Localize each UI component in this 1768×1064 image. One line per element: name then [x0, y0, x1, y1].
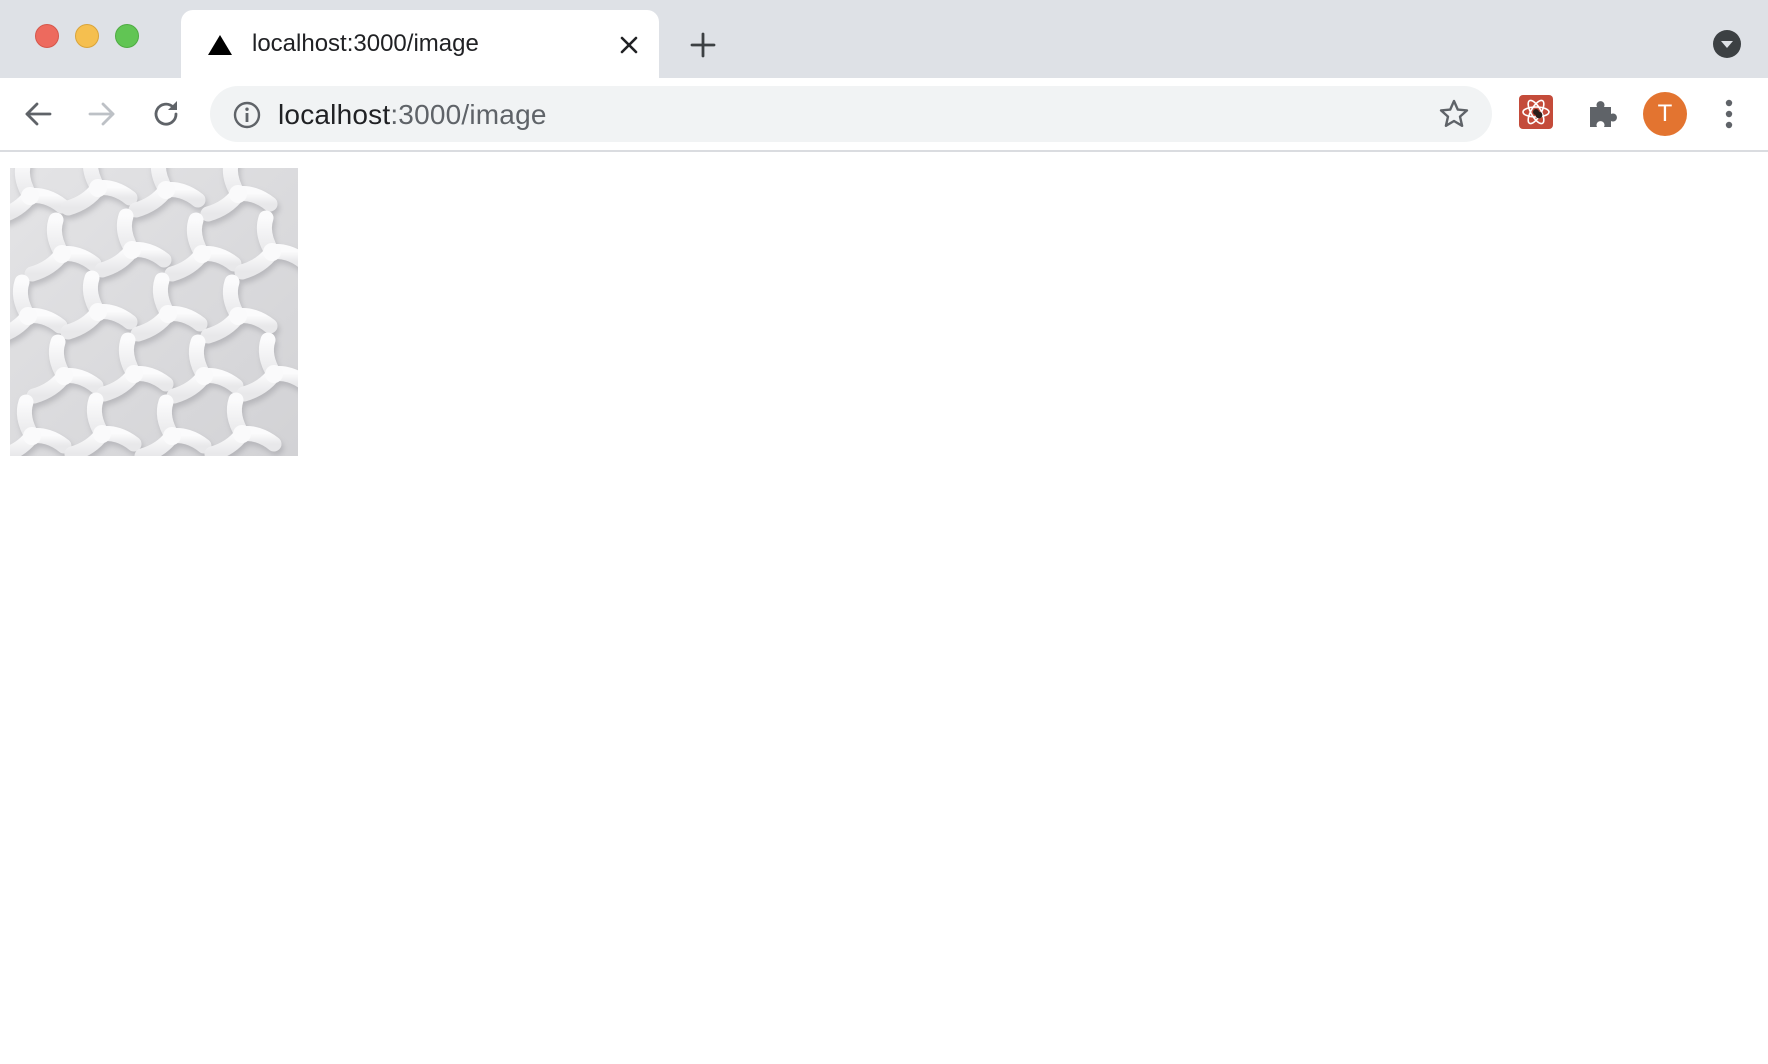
- tab-search-chevron-icon[interactable]: [1712, 29, 1742, 59]
- url-host: localhost: [278, 99, 391, 130]
- react-devtools-icon[interactable]: [1519, 95, 1553, 129]
- puzzle-icon[interactable]: [1585, 96, 1619, 130]
- browser-window: localhost:3000/image localhost:3000/imag…: [0, 0, 1768, 1064]
- new-tab-plus-icon[interactable]: [688, 30, 718, 60]
- woven-pattern-image: [10, 168, 298, 456]
- kebab-menu-icon[interactable]: [1714, 96, 1744, 132]
- url-text[interactable]: localhost:3000/image: [278, 99, 547, 131]
- tab-strip: localhost:3000/image: [0, 0, 1768, 78]
- window-minimize-button[interactable]: [75, 24, 99, 48]
- reload-icon[interactable]: [148, 96, 184, 132]
- triangle-icon: [208, 35, 232, 55]
- window-maximize-button[interactable]: [115, 24, 139, 48]
- back-arrow-icon[interactable]: [20, 96, 56, 132]
- tab-title: localhost:3000/image: [252, 30, 479, 57]
- browser-toolbar: localhost:3000/image T: [0, 78, 1768, 152]
- url-path: :3000/image: [390, 99, 547, 130]
- close-icon[interactable]: [615, 31, 643, 59]
- star-icon[interactable]: [1438, 98, 1470, 130]
- avatar[interactable]: T: [1643, 92, 1687, 136]
- forward-arrow-icon[interactable]: [84, 96, 120, 132]
- page-content: [0, 152, 1768, 1064]
- tab-active[interactable]: localhost:3000/image: [181, 10, 659, 78]
- info-icon[interactable]: [232, 100, 262, 130]
- atom-icon: [1522, 99, 1550, 125]
- address-bar[interactable]: localhost:3000/image: [210, 86, 1492, 142]
- window-close-button[interactable]: [35, 24, 59, 48]
